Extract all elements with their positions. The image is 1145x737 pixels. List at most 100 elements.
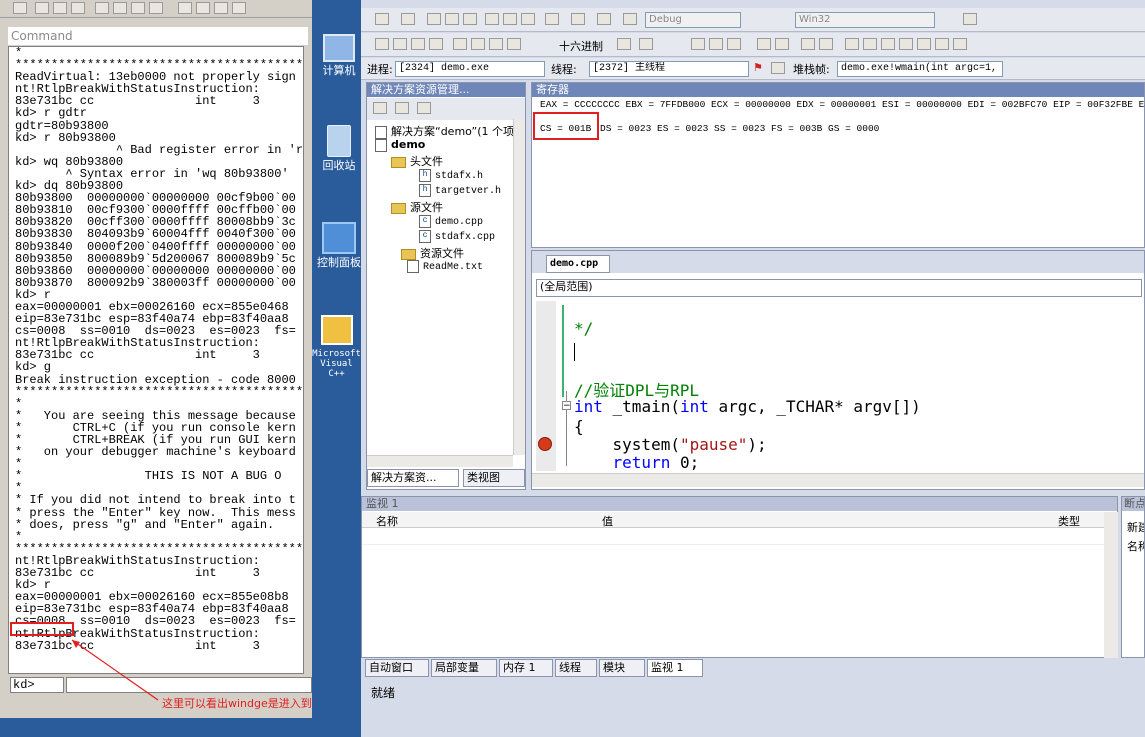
run-to-cursor-icon[interactable]	[149, 2, 163, 14]
indent-icon[interactable]	[775, 38, 789, 50]
stack-frame-select[interactable]: demo.exe!wmain(int argc=1, wc	[837, 61, 1003, 77]
code-line[interactable]: int _tmain(int argc, _TCHAR* argv[])	[574, 397, 921, 416]
start-debug-icon[interactable]	[623, 13, 637, 25]
bookmark-icon[interactable]	[917, 38, 931, 50]
tree-file-demo-cpp[interactable]: c demo.cpp	[419, 215, 483, 228]
watch-empty-row[interactable]	[362, 529, 1104, 545]
tab-solution-explorer[interactable]: 解决方案资...	[367, 469, 459, 487]
bookmark-icon[interactable]	[935, 38, 949, 50]
desktop-icon-visual-cpp[interactable]: Microsoft Visual C++	[312, 315, 361, 379]
bookmark-icon[interactable]	[899, 38, 913, 50]
tree-file-readme[interactable]: ReadMe.txt	[407, 260, 483, 273]
command-input[interactable]	[66, 677, 312, 693]
process-select[interactable]: [2324] demo.exe	[395, 61, 545, 77]
code-line[interactable]: {	[574, 417, 584, 436]
code-line[interactable]: return 0;	[574, 453, 700, 472]
continue-icon[interactable]	[375, 38, 389, 50]
layout-icon[interactable]	[691, 38, 705, 50]
tree-folder-resources[interactable]: 资源文件	[401, 245, 464, 261]
options-icon[interactable]	[196, 2, 210, 14]
paste-icon[interactable]	[521, 13, 535, 25]
watch-col-type[interactable]: 类型	[1058, 513, 1080, 529]
tree-solution[interactable]: 解决方案“demo”(1 个项目	[375, 123, 525, 139]
step-out-icon[interactable]	[131, 2, 145, 14]
tree-folder-sources[interactable]: 源文件	[391, 199, 443, 215]
collapse-icon[interactable]: −	[562, 401, 571, 411]
help-icon[interactable]	[232, 2, 246, 14]
open-icon[interactable]	[13, 2, 27, 14]
platform-select[interactable]: Win32	[795, 12, 935, 28]
step-into-icon[interactable]	[471, 38, 485, 50]
show-all-files-icon[interactable]	[395, 102, 409, 114]
desktop-icon-computer[interactable]: 计算机	[317, 34, 361, 78]
bookmark-icon[interactable]	[845, 38, 859, 50]
copy-icon[interactable]	[53, 2, 67, 14]
code-line[interactable]: system("pause");	[574, 435, 767, 454]
watch-scrollbar[interactable]	[1104, 512, 1118, 658]
desktop-icon-control-panel[interactable]: 控制面板	[317, 222, 361, 270]
save-icon[interactable]	[445, 13, 459, 25]
bookmark-icon[interactable]	[863, 38, 877, 50]
add-item-icon[interactable]	[401, 13, 415, 25]
step-over-icon[interactable]	[113, 2, 127, 14]
uncomment-icon[interactable]	[819, 38, 833, 50]
watch-col-value[interactable]: 值	[602, 513, 613, 529]
filter-icon[interactable]	[771, 62, 785, 74]
tab-memory[interactable]: 内存 1	[499, 659, 553, 677]
step-into-icon[interactable]	[95, 2, 109, 14]
tab-class-view[interactable]: 类视图	[463, 469, 525, 487]
undo-icon[interactable]	[545, 13, 559, 25]
source-mode-icon[interactable]	[214, 2, 228, 14]
bookmark-icon[interactable]	[881, 38, 895, 50]
solution-explorer-scrollbar[interactable]	[513, 119, 525, 455]
stop-icon[interactable]	[411, 38, 425, 50]
open-file-icon[interactable]	[427, 13, 441, 25]
show-next-statement-icon[interactable]	[453, 38, 467, 50]
tree-file-stdafx-cpp[interactable]: c stdafx.cpp	[419, 230, 495, 243]
tab-watch[interactable]: 监视 1	[647, 659, 703, 677]
outdent-icon[interactable]	[757, 38, 771, 50]
tab-modules[interactable]: 模块	[599, 659, 645, 677]
watch-col-name[interactable]: 名称	[376, 513, 398, 529]
cut-icon[interactable]	[35, 2, 49, 14]
save-all-icon[interactable]	[463, 13, 477, 25]
tree-folder-headers[interactable]: 头文件	[391, 153, 443, 169]
step-out-icon[interactable]	[507, 38, 521, 50]
find-icon[interactable]	[963, 13, 977, 25]
comment-icon[interactable]	[801, 38, 815, 50]
font-icon[interactable]	[178, 2, 192, 14]
tab-threads[interactable]: 线程	[555, 659, 597, 677]
tree-file-targetver-h[interactable]: h targetver.h	[419, 184, 501, 197]
solution-explorer-hscrollbar[interactable]	[367, 455, 513, 467]
code-line[interactable]: */	[574, 319, 593, 338]
navigate-icon[interactable]	[597, 13, 611, 25]
breakpoints-window-icon[interactable]	[639, 38, 653, 50]
bookmark-icon[interactable]	[953, 38, 967, 50]
properties-icon[interactable]	[373, 102, 387, 114]
new-breakpoint-button[interactable]: 新建	[1127, 519, 1144, 535]
tab-demo-cpp[interactable]: demo.cpp	[546, 255, 610, 273]
new-project-icon[interactable]	[375, 13, 389, 25]
hex-display-label[interactable]: 十六进制	[559, 38, 603, 54]
paste-icon[interactable]	[71, 2, 85, 14]
thread-select[interactable]: [2372] 主线程	[589, 61, 749, 77]
cut-icon[interactable]	[485, 13, 499, 25]
tab-locals[interactable]: 局部变量	[431, 659, 497, 677]
layout-icon[interactable]	[709, 38, 723, 50]
flag-icon[interactable]: ⚑	[753, 61, 763, 74]
break-all-icon[interactable]	[393, 38, 407, 50]
editor-hscrollbar[interactable]	[532, 473, 1144, 487]
redo-icon[interactable]	[571, 13, 585, 25]
scope-select[interactable]: (全局范围)	[536, 279, 1142, 297]
refresh-icon[interactable]	[417, 102, 431, 114]
hex-toggle-icon[interactable]	[617, 38, 631, 50]
tree-project[interactable]: demo	[375, 138, 425, 152]
tree-file-stdafx-h[interactable]: h stdafx.h	[419, 169, 483, 182]
step-over-icon[interactable]	[489, 38, 503, 50]
layout-icon[interactable]	[727, 38, 741, 50]
restart-icon[interactable]	[429, 38, 443, 50]
tab-autos[interactable]: 自动窗口	[365, 659, 429, 677]
desktop-icon-recycle-bin[interactable]: 回收站	[317, 125, 361, 173]
config-select[interactable]: Debug	[645, 12, 741, 28]
copy-icon[interactable]	[503, 13, 517, 25]
